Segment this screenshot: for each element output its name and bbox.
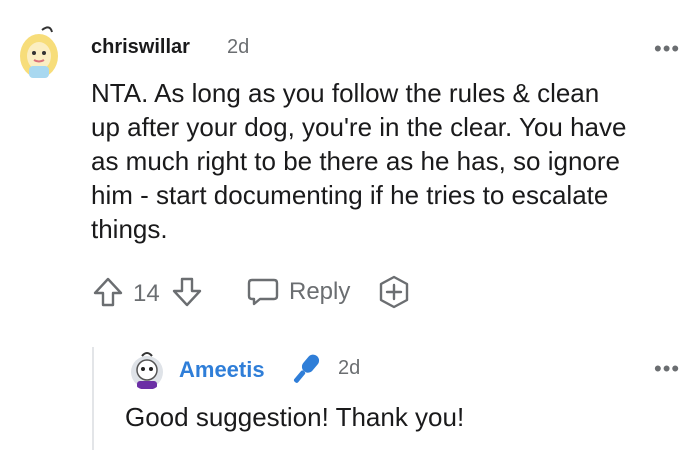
- vote-score: 14: [133, 280, 160, 307]
- comment-body: NTA. As long as you follow the rules & c…: [91, 76, 691, 246]
- comment-line: up after your dog, you're in the clear. …: [91, 112, 627, 142]
- comment-line: things.: [91, 214, 168, 244]
- reply-icon: [246, 276, 280, 308]
- reply-button[interactable]: Reply: [246, 274, 356, 310]
- upvote-icon[interactable]: [91, 275, 125, 309]
- reply-time: 2d: [338, 357, 361, 379]
- thread-line[interactable]: [92, 347, 94, 450]
- comment-author[interactable]: chriswillar: [91, 36, 190, 59]
- avatar-ameetis[interactable]: [128, 350, 166, 390]
- comment-more-button[interactable]: •••: [654, 38, 680, 60]
- reply-body: Good suggestion! Thank you!: [125, 402, 465, 432]
- award-icon[interactable]: [376, 274, 412, 310]
- comment-time: 2d: [227, 36, 250, 58]
- reply-author[interactable]: Ameetis: [179, 357, 265, 383]
- reply-label: Reply: [289, 278, 351, 305]
- comment-line: him - start documenting if he tries to e…: [91, 180, 609, 210]
- comment-line: as much right to be there as he has, so …: [91, 146, 620, 176]
- microphone-icon: [288, 350, 324, 388]
- reply-more-button[interactable]: •••: [654, 358, 680, 380]
- avatar-chriswillar[interactable]: [14, 22, 64, 80]
- downvote-icon[interactable]: [170, 275, 204, 309]
- comment-line: NTA. As long as you follow the rules & c…: [91, 78, 600, 108]
